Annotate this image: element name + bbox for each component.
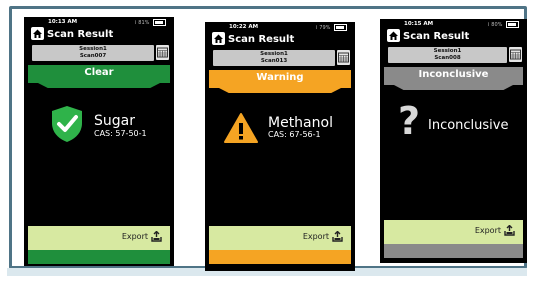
- phone-screen-inconclusive: 10:15 AM ⌇ 80% Scan Result Session1 Scan…: [380, 19, 527, 263]
- warning-triangle-icon: [224, 113, 258, 143]
- result-banner: Inconclusive: [384, 67, 523, 85]
- battery-percent: 79%: [319, 25, 331, 31]
- battery-percent: 80%: [491, 22, 503, 28]
- battery-icon: [506, 21, 519, 28]
- export-label: Export: [121, 232, 148, 241]
- wifi-icon: ⌇: [315, 25, 318, 31]
- battery-icon: [153, 19, 166, 26]
- shield-check-icon: [52, 106, 82, 142]
- phone-screen-clear: 10:13 AM ⌇ 81% Scan Result Session1 Scan…: [24, 17, 174, 266]
- calendar-icon[interactable]: [509, 47, 522, 62]
- status-bar: 10:15 AM ⌇ 80%: [380, 21, 527, 31]
- battery-percent: 81%: [138, 20, 150, 26]
- session-name: Session1: [260, 51, 288, 57]
- status-time: 10:22 AM: [229, 24, 259, 30]
- home-icon[interactable]: [387, 29, 400, 42]
- status-time: 10:15 AM: [404, 21, 434, 27]
- wifi-icon: ⌇: [134, 20, 137, 26]
- session-name: Session1: [433, 48, 462, 54]
- bottom-accent-bar: [384, 244, 523, 258]
- export-button[interactable]: Export: [209, 226, 351, 250]
- scan-name: Scan007: [79, 53, 107, 59]
- result-banner: Warning: [209, 70, 351, 88]
- wifi-icon: ⌇: [487, 22, 490, 28]
- session-label: Session1 Scan007: [32, 45, 154, 61]
- bottom-accent-bar: [28, 250, 170, 264]
- status-icons: ⌇ 81%: [134, 19, 166, 26]
- calendar-icon[interactable]: [156, 45, 169, 60]
- compound-name: Inconclusive: [428, 118, 509, 133]
- scan-name: Scan008: [434, 55, 461, 61]
- export-icon: [332, 231, 343, 242]
- status-time: 10:13 AM: [48, 19, 78, 25]
- phone-screen-warning: 10:22 AM ⌇ 79% Scan Result Session1 Scan…: [205, 22, 355, 271]
- session-name: Session1: [79, 46, 107, 52]
- question-mark-icon: ?: [398, 99, 421, 143]
- screen-title: Scan Result: [228, 34, 295, 45]
- session-label: Session1 Scan008: [388, 47, 507, 63]
- export-icon: [504, 225, 515, 236]
- scan-name: Scan013: [260, 58, 288, 64]
- cas-number: CAS: 57-50-1: [94, 129, 147, 138]
- compound-name: Methanol: [268, 115, 333, 131]
- calendar-icon[interactable]: [337, 50, 350, 65]
- bottom-accent-bar: [209, 250, 351, 264]
- screen-title: Scan Result: [47, 29, 114, 40]
- home-icon[interactable]: [212, 32, 225, 45]
- status-bar: 10:22 AM ⌇ 79%: [205, 24, 355, 34]
- compound-name: Sugar: [94, 113, 135, 129]
- session-label: Session1 Scan013: [213, 50, 335, 66]
- export-button[interactable]: Export: [384, 220, 523, 244]
- home-icon[interactable]: [31, 27, 44, 40]
- status-bar: 10:13 AM ⌇ 81%: [24, 19, 174, 29]
- cas-number: CAS: 67-56-1: [268, 130, 321, 139]
- export-icon: [151, 231, 162, 242]
- screen-title: Scan Result: [403, 31, 470, 42]
- status-icons: ⌇ 80%: [487, 21, 519, 28]
- status-icons: ⌇ 79%: [315, 24, 347, 31]
- export-button[interactable]: Export: [28, 226, 170, 250]
- export-label: Export: [302, 232, 329, 241]
- result-banner: Clear: [28, 65, 170, 83]
- export-label: Export: [474, 226, 501, 235]
- battery-icon: [334, 24, 347, 31]
